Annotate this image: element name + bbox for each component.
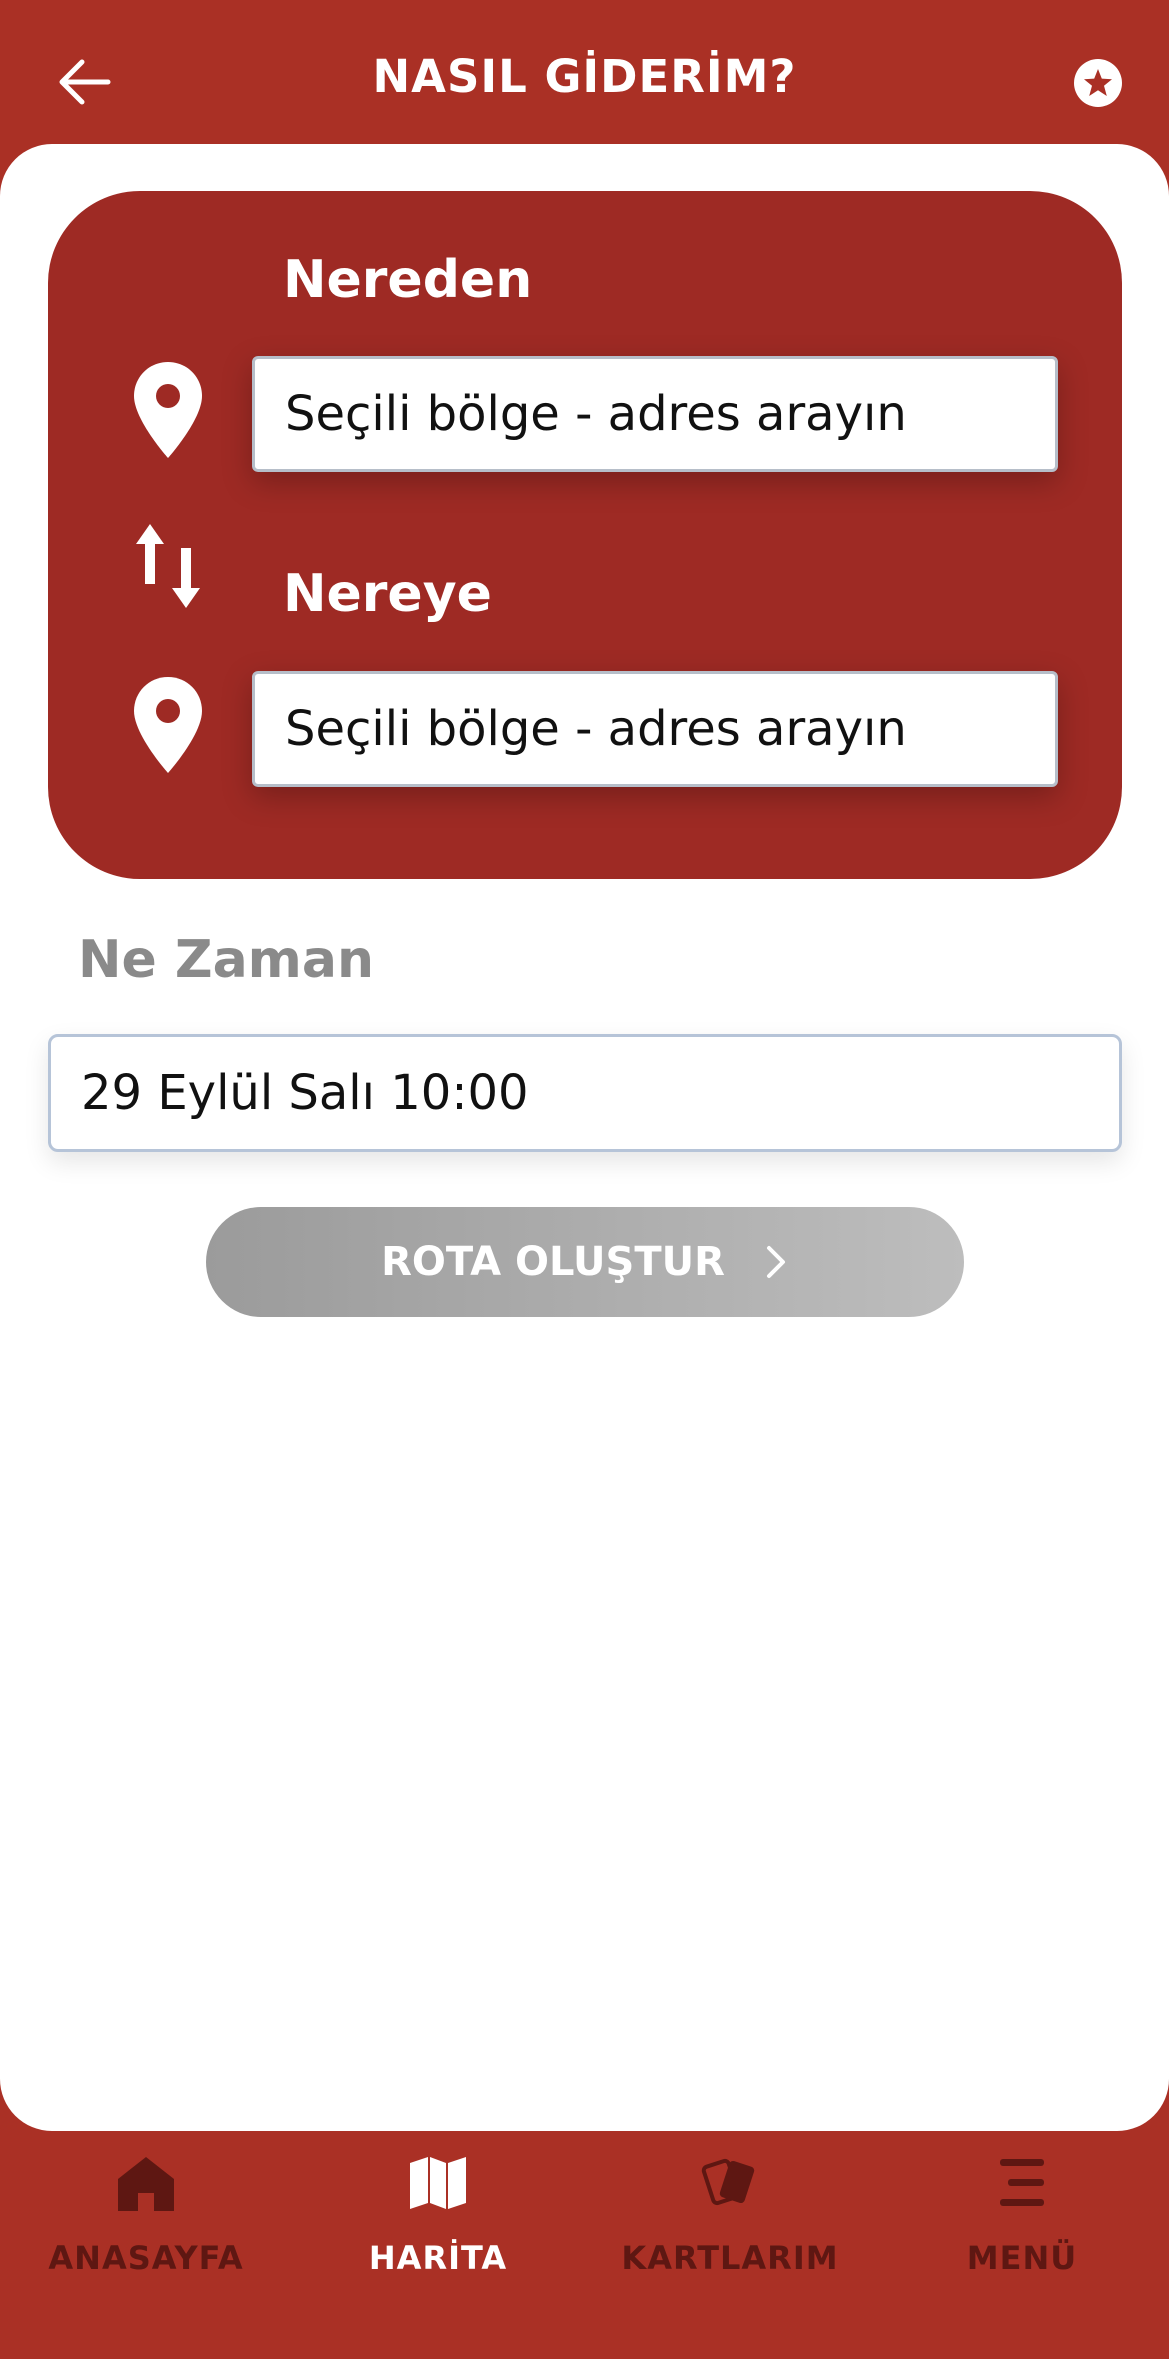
- home-icon: [118, 2157, 174, 2211]
- to-address-input[interactable]: Seçili bölge - adres arayın: [252, 671, 1058, 787]
- cards-icon: [701, 2158, 755, 2206]
- page-title: NASIL GİDERİM?: [372, 50, 797, 103]
- nav-label-home: ANASAYFA: [48, 2239, 244, 2277]
- bottom-navigation: ANASAYFA HARİTA KARTLARIM MENÜ: [0, 2131, 1169, 2359]
- menu-icon: [1000, 2159, 1044, 2206]
- create-route-label: ROTA OLUŞTUR: [381, 1239, 725, 1285]
- nav-item-menu[interactable]: MENÜ: [876, 2131, 1168, 2359]
- favorite-button[interactable]: [1074, 59, 1122, 107]
- star-icon: [1084, 69, 1112, 96]
- nav-label-map: HARİTA: [368, 2239, 508, 2277]
- map-icon: [410, 2157, 466, 2209]
- nav-label-cards: KARTLARIM: [621, 2239, 839, 2277]
- location-pin-icon: [134, 362, 202, 458]
- nav-item-cards[interactable]: KARTLARIM: [584, 2131, 876, 2359]
- datetime-input[interactable]: 29 Eylül Salı 10:00: [48, 1034, 1122, 1152]
- nav-item-home[interactable]: ANASAYFA: [0, 2131, 292, 2359]
- location-pin-icon: [134, 677, 202, 773]
- create-route-button[interactable]: ROTA OLUŞTUR: [206, 1207, 964, 1317]
- when-label: Ne Zaman: [78, 930, 374, 990]
- chevron-right-icon: [766, 1246, 785, 1278]
- swap-arrows-icon[interactable]: [132, 520, 204, 612]
- nav-item-map[interactable]: HARİTA: [292, 2131, 584, 2359]
- from-address-input[interactable]: Seçili bölge - adres arayın: [252, 356, 1058, 472]
- to-label: Nereye: [283, 564, 492, 624]
- top-app-bar: NASIL GİDERİM?: [0, 0, 1169, 160]
- from-label: Nereden: [283, 250, 533, 310]
- nav-label-menu: MENÜ: [966, 2239, 1078, 2277]
